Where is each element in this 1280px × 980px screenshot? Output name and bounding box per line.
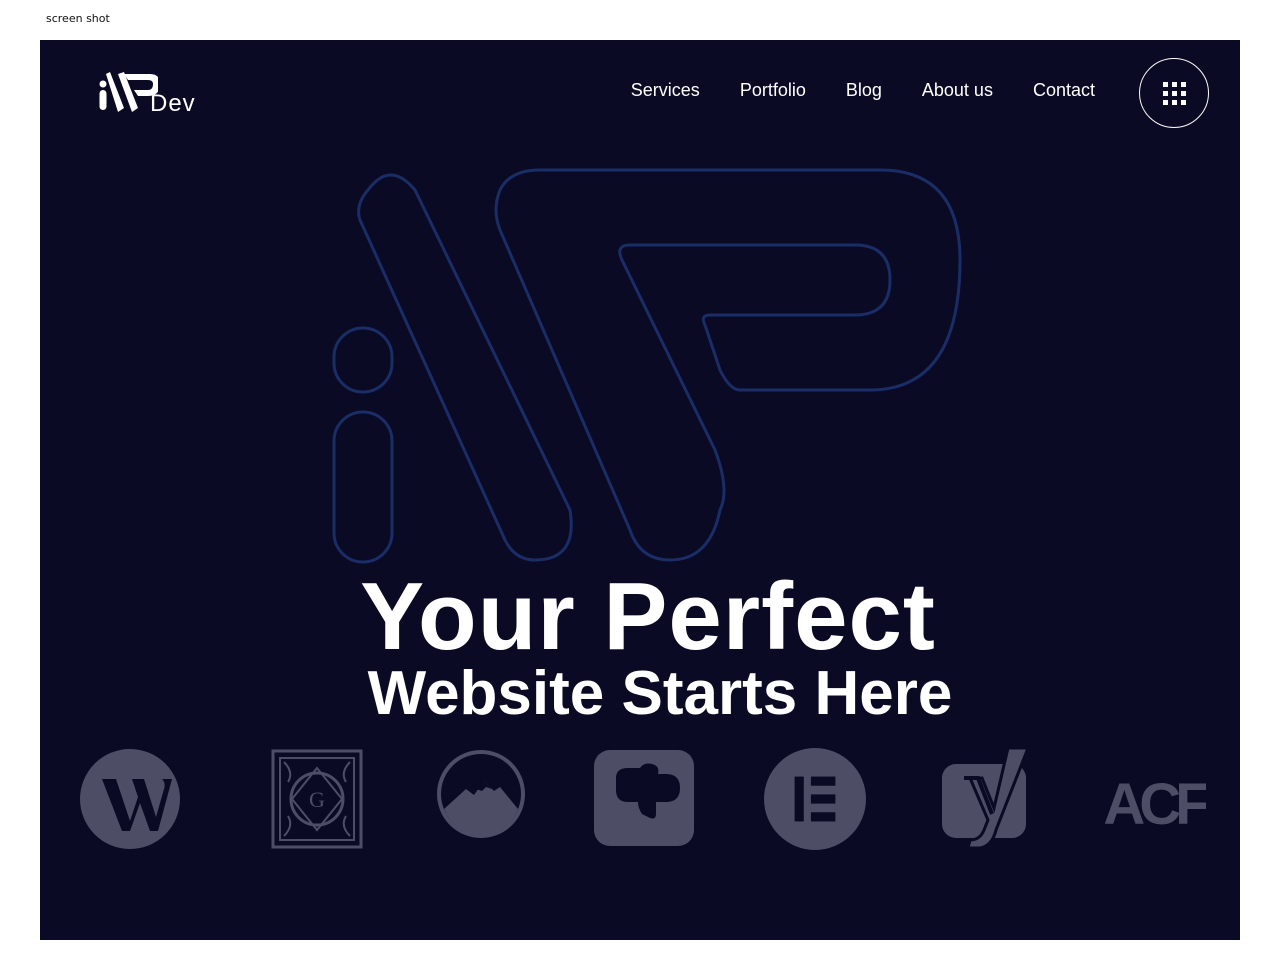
background-logo-outline-icon [332, 168, 962, 564]
svg-text:ACF: ACF [1103, 772, 1206, 837]
hero-headline: Your Perfect [360, 563, 936, 670]
nav-link-about-us[interactable]: About us [922, 80, 993, 101]
hero-subheadline: Website Starts Here [367, 659, 953, 728]
nav-link-services[interactable]: Services [631, 80, 700, 101]
imp-monogram-icon [99, 72, 158, 112]
chat-bubble-icon [594, 750, 694, 846]
brand-logo-text: Dev [150, 90, 196, 117]
acf-icon: ACF [1103, 772, 1206, 837]
svg-text:G: G [309, 787, 325, 812]
nav-link-blog[interactable]: Blog [846, 80, 882, 101]
nav-link-portfolio[interactable]: Portfolio [740, 80, 806, 101]
menu-button[interactable] [1139, 58, 1209, 128]
yoast-icon [942, 748, 1030, 850]
wordpress-icon [80, 749, 180, 849]
nav-link-contact[interactable]: Contact [1033, 80, 1095, 101]
mountain-icon [437, 750, 525, 838]
main-nav: Services Portfolio Blog About us Contact [631, 80, 1095, 101]
screenshot-caption: screen shot [46, 12, 110, 25]
gutenberg-icon: G [271, 749, 363, 849]
elementor-icon [764, 748, 866, 850]
grid-menu-icon [1162, 81, 1186, 105]
hero-section: Dev Services Portfolio Blog About us Con… [40, 40, 1240, 940]
tech-logos-row: G ACF [40, 748, 1240, 852]
brand-logo[interactable]: Dev [98, 70, 208, 120]
